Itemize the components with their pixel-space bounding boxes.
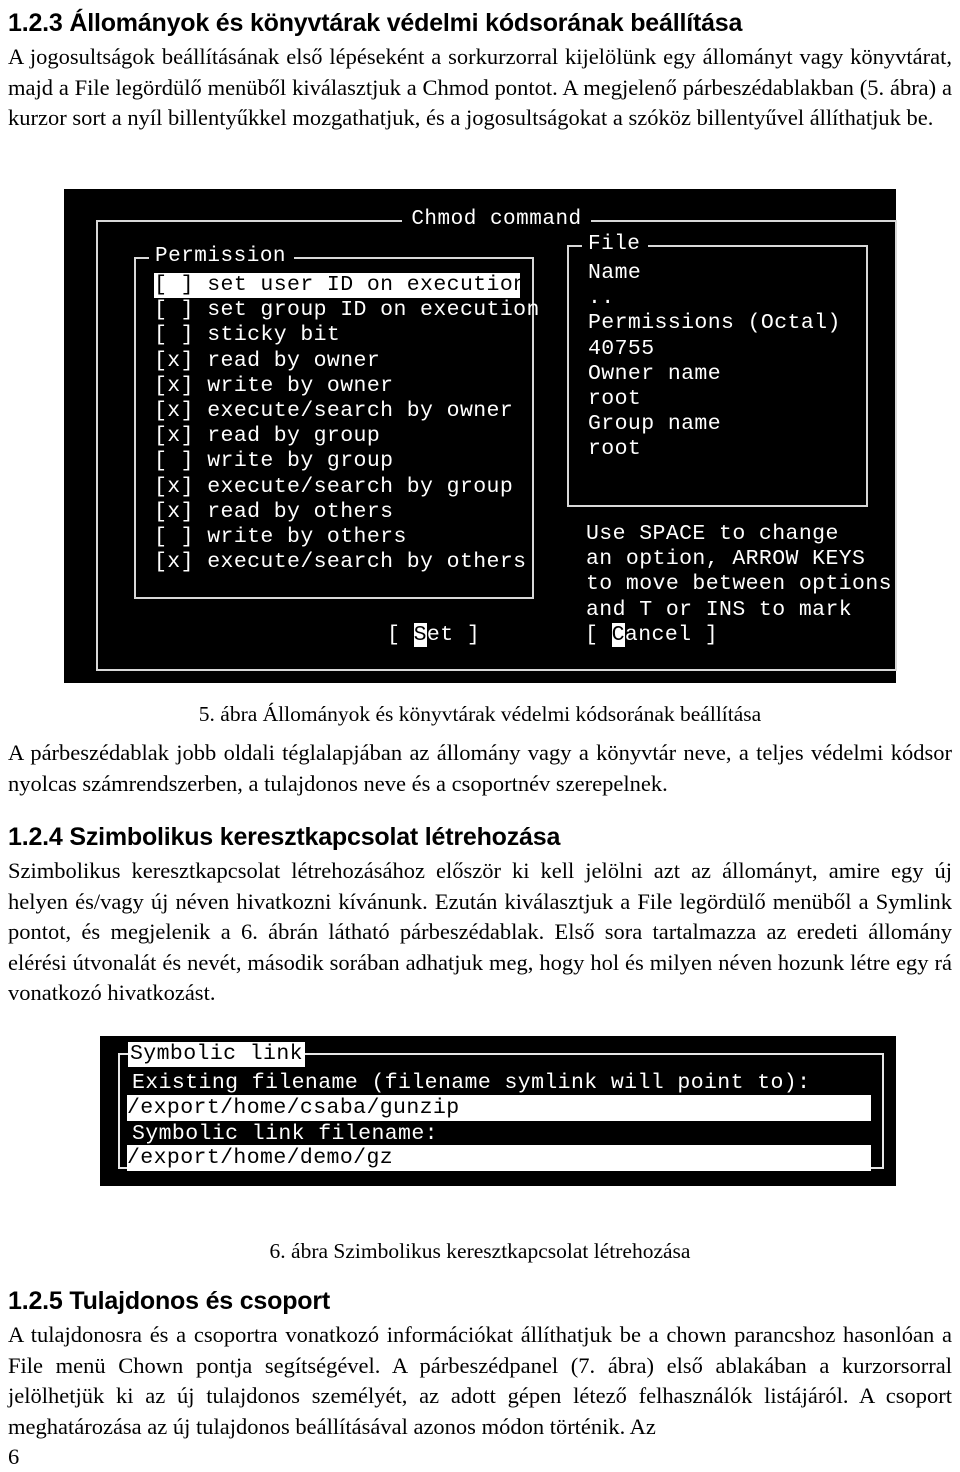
chmod-dialog-title: Chmod command (98, 208, 895, 232)
permission-row-set-group-id[interactable]: [ ] set group ID on execution (154, 298, 539, 323)
hint-line-4: and T or INS to mark (586, 597, 853, 622)
symlink-filename-label: Symbolic link filename: (132, 1122, 438, 1146)
file-group-legend: File (582, 233, 649, 257)
permission-group-legend: Permission (149, 245, 295, 269)
figure-5-caption: 5. ábra Állományok és könyvtárak védelmi… (198, 702, 762, 726)
permission-group-box: Permission [ ] set user ID on execution … (134, 245, 539, 599)
file-name-label: Name (588, 261, 642, 285)
symlink-dialog-title: Symbolic link (128, 1042, 305, 1067)
permission-list: [ ] set user ID on execution [ ] set gro… (154, 273, 539, 575)
document-page: 1.2.3 Állományok és könyvtárak védelmi k… (0, 0, 960, 1472)
symlink-dialog-screenshot: Symbolic link Existing filename (filenam… (100, 1036, 896, 1186)
permission-row-write-by-others[interactable]: [ ] write by others (154, 525, 520, 550)
chmod-dialog-frame: Chmod command Permission [ ] set user ID… (96, 208, 897, 671)
paragraph-1-2-3: A jogosultságok beállításának első lépés… (8, 44, 952, 130)
paragraph-1-2-5: A tulajdonosra és a csoportra vonatkozó … (8, 1322, 952, 1439)
file-group-box: File Name .. Permissions (Octal) 40755 O… (567, 233, 868, 507)
permission-row-execute-by-others[interactable]: [x] execute/search by others (154, 550, 526, 575)
heading-1-2-5: 1.2.5 Tulajdonos és csoport (8, 1287, 330, 1315)
cancel-button-hotkey: C (611, 623, 625, 647)
file-group-value: root (588, 437, 642, 462)
figure-6-caption: 6. ábra Szimbolikus keresztkapcsolat lét… (269, 1239, 691, 1263)
hint-line-2: an option, ARROW KEYS (586, 547, 866, 572)
file-group-label: Group name (588, 412, 722, 437)
hint-line-1: Use SPACE to change (586, 522, 839, 546)
heading-1-2-4: 1.2.4 Szimbolikus keresztkapcsolat létre… (8, 823, 561, 851)
cancel-button[interactable]: [ Cancel ] (585, 622, 718, 648)
permission-row-write-by-group[interactable]: [ ] write by group (154, 449, 520, 474)
set-button-prefix: [ (387, 623, 414, 647)
cancel-button-prefix: [ (585, 623, 612, 647)
existing-filename-input[interactable]: /export/home/csaba/gunzip (127, 1095, 871, 1121)
file-permissions-value: 40755 (588, 336, 655, 361)
chmod-dialog-screenshot: Chmod command Permission [ ] set user ID… (64, 189, 897, 683)
permission-row-read-by-group[interactable]: [x] read by group (154, 424, 520, 449)
permission-row-sticky-bit[interactable]: [ ] sticky bit (154, 323, 520, 348)
keyboard-hint-block: Use SPACE to change an option, ARROW KEY… (586, 522, 892, 623)
existing-filename-label: Existing filename (filename symlink will… (132, 1071, 811, 1095)
set-button-rest: et ] (426, 623, 481, 647)
chmod-button-row: [ Set ] [ Cancel ] (98, 622, 895, 650)
file-owner-label: Owner name (588, 361, 722, 386)
file-owner-value: root (588, 387, 642, 412)
cancel-button-rest: ancel ] (624, 623, 719, 647)
permission-row-execute-by-owner[interactable]: [x] execute/search by owner (154, 399, 520, 424)
permission-row-read-by-owner[interactable]: [x] read by owner (154, 349, 520, 374)
file-permissions-label: Permissions (Octal) (588, 311, 841, 336)
page-number: 6 (8, 1444, 20, 1469)
permission-row-set-user-id[interactable]: [ ] set user ID on execution (154, 273, 526, 299)
paragraph-1-2-4: Szimbolikus keresztkapcsolat létrehozásá… (8, 858, 952, 1005)
permission-row-execute-by-group[interactable]: [x] execute/search by group (154, 475, 520, 500)
figure-5-description: A párbeszédablak jobb oldali téglalapjáb… (8, 740, 952, 796)
heading-1-2-3: 1.2.3 Állományok és könyvtárak védelmi k… (8, 9, 743, 37)
permission-row-write-by-owner[interactable]: [x] write by owner (154, 374, 520, 399)
hint-line-3: to move between options (586, 572, 892, 597)
file-info-list: Name .. Permissions (Octal) 40755 Owner … (588, 261, 841, 463)
symlink-filename-input[interactable]: /export/home/demo/gz (127, 1145, 871, 1171)
set-button-hotkey: S (413, 623, 427, 647)
chmod-dialog-title-text: Chmod command (402, 208, 591, 231)
file-name-value: .. (588, 286, 615, 311)
permission-row-read-by-others[interactable]: [x] read by others (154, 500, 520, 525)
set-button[interactable]: [ Set ] (387, 622, 480, 648)
symlink-dialog-frame: Symbolic link Existing filename (filenam… (118, 1042, 884, 1171)
